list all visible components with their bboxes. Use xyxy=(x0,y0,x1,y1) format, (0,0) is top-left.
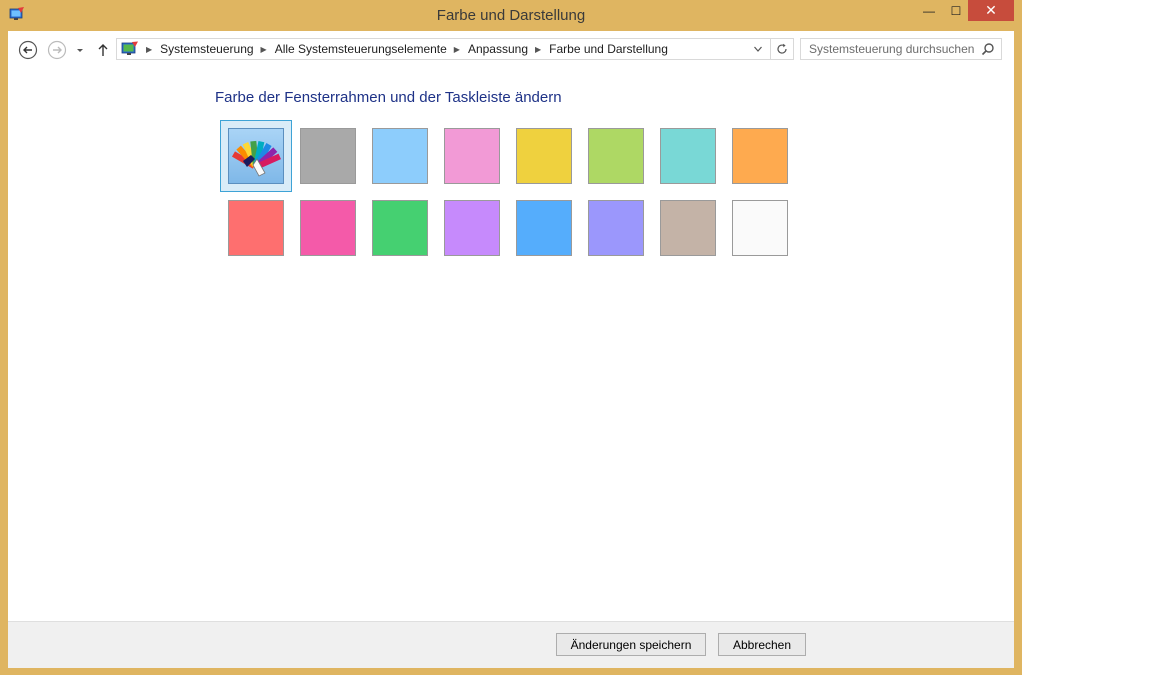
minimize-icon: — xyxy=(923,3,935,18)
navigation-bar: ▶ Systemsteuerung ▶ Alle Systemsteuerung… xyxy=(8,31,1014,67)
cancel-button[interactable]: Abbrechen xyxy=(718,633,806,656)
color-swatch-gray[interactable] xyxy=(300,128,356,184)
breadcrumb-separator-icon[interactable]: ▶ xyxy=(261,45,267,54)
title-bar[interactable]: Farbe und Darstellung — ☐ ✕ xyxy=(0,0,1022,31)
color-swatch-periwinkle[interactable] xyxy=(588,200,644,256)
color-palette-icon xyxy=(231,140,281,177)
recent-locations-button[interactable] xyxy=(74,39,86,61)
refresh-button[interactable] xyxy=(770,39,793,59)
color-swatch-orange[interactable] xyxy=(732,128,788,184)
forward-arrow-icon xyxy=(47,40,67,60)
color-swatch-light-blue[interactable] xyxy=(372,128,428,184)
chevron-down-icon xyxy=(754,46,762,52)
minimize-button[interactable]: — xyxy=(914,0,944,21)
maximize-button[interactable]: ☐ xyxy=(941,0,971,21)
color-swatch-blue[interactable] xyxy=(516,200,572,256)
forward-button[interactable] xyxy=(46,39,68,61)
up-arrow-icon xyxy=(98,44,108,56)
breadcrumb-separator-icon[interactable]: ▶ xyxy=(454,45,460,54)
color-swatch-yellow[interactable] xyxy=(516,128,572,184)
refresh-icon xyxy=(777,43,787,54)
color-swatch-taupe[interactable] xyxy=(660,200,716,256)
up-button[interactable] xyxy=(92,39,114,61)
breadcrumb-separator-icon: ▶ xyxy=(146,44,153,54)
breadcrumb-farbe-und-darstellung[interactable]: Farbe und Darstellung xyxy=(549,42,668,56)
address-bar[interactable]: ▶ Systemsteuerung ▶ Alle Systemsteuerung… xyxy=(116,38,794,60)
breadcrumb-alle-elemente[interactable]: Alle Systemsteuerungselemente xyxy=(275,42,447,56)
search-icon[interactable] xyxy=(981,42,995,56)
breadcrumb-anpassung[interactable]: Anpassung xyxy=(468,42,528,56)
save-changes-button[interactable]: Änderungen speichern xyxy=(556,633,706,656)
color-swatch-magenta[interactable] xyxy=(300,200,356,256)
color-swatch-color-mixer[interactable] xyxy=(228,128,284,184)
window-frame: Farbe und Darstellung — ☐ ✕ ▶ Systemsteu… xyxy=(0,0,1022,675)
back-arrow-icon xyxy=(18,40,38,60)
search-box[interactable] xyxy=(800,38,1002,60)
color-swatch-pink[interactable] xyxy=(444,128,500,184)
breadcrumb-systemsteuerung[interactable]: Systemsteuerung xyxy=(160,42,253,56)
color-swatch-teal[interactable] xyxy=(660,128,716,184)
close-icon: ✕ xyxy=(985,2,997,18)
chevron-down-icon xyxy=(77,49,83,52)
window-title: Farbe und Darstellung xyxy=(436,7,586,24)
footer-bar: Änderungen speichern Abbrechen xyxy=(8,621,1014,668)
search-input[interactable] xyxy=(801,39,977,59)
control-panel-icon xyxy=(121,41,138,55)
breadcrumb-separator-icon[interactable]: ▶ xyxy=(535,45,541,54)
color-swatch-white[interactable] xyxy=(732,200,788,256)
color-swatch-violet[interactable] xyxy=(444,200,500,256)
back-button[interactable] xyxy=(17,39,39,61)
address-history-button[interactable] xyxy=(749,39,767,59)
window-content: ▶ Systemsteuerung ▶ Alle Systemsteuerung… xyxy=(8,31,1014,668)
color-swatch-green[interactable] xyxy=(372,200,428,256)
color-swatch-red[interactable] xyxy=(228,200,284,256)
close-button[interactable]: ✕ xyxy=(968,0,1014,21)
color-swatch-lime[interactable] xyxy=(588,128,644,184)
maximize-icon: ☐ xyxy=(950,3,962,18)
page-heading: Farbe der Fensterrahmen und der Taskleis… xyxy=(215,89,562,106)
